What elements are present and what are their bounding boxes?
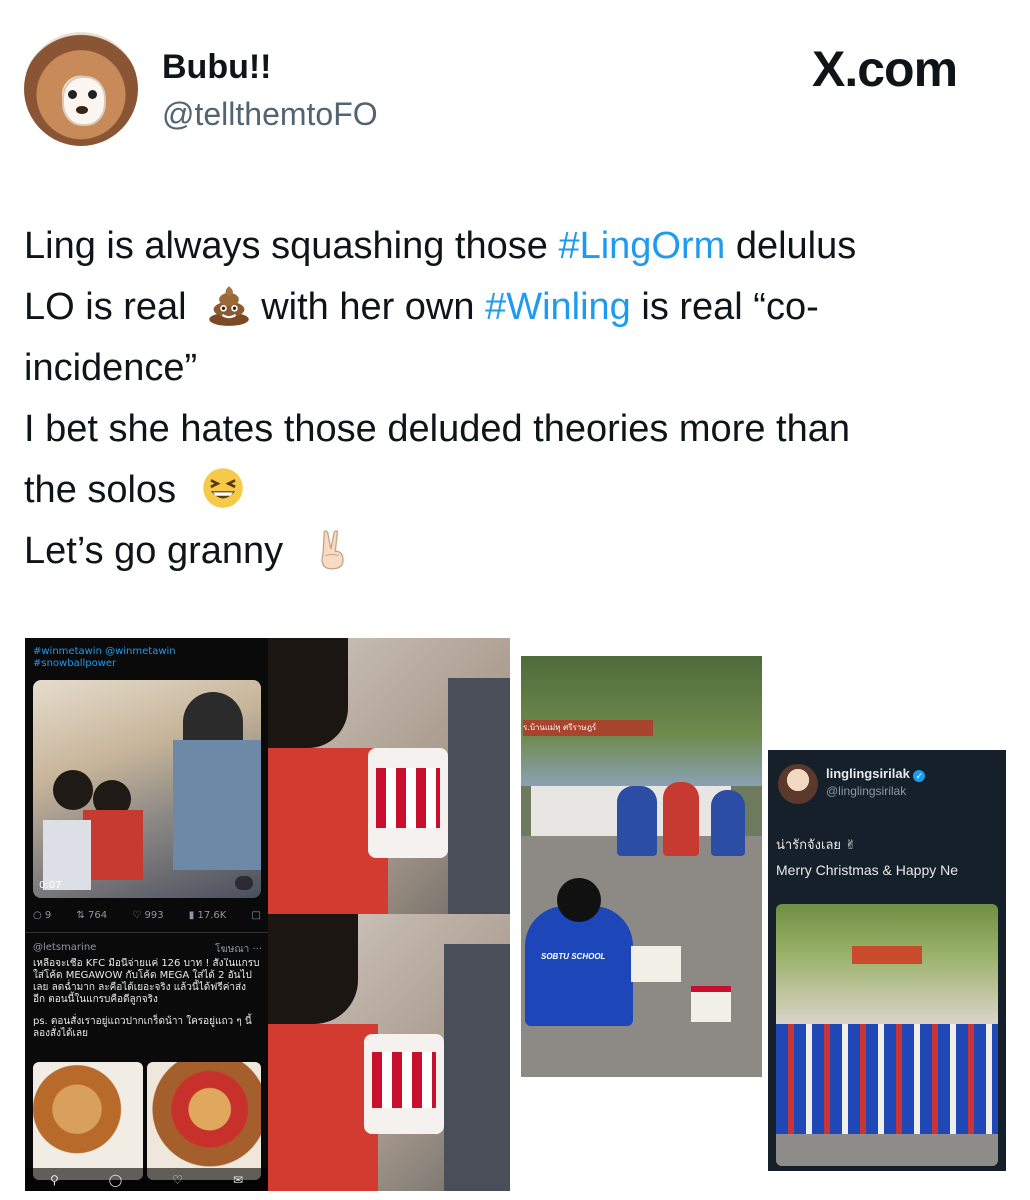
tweet-line: Ling is always squashing those #LingOrm … (24, 216, 1014, 277)
grok-icon[interactable]: ◯ (109, 1173, 122, 1187)
post-text-line: น่ารักจังเลย ✌ (776, 834, 856, 855)
ad-text-line: ใส่โค้ด MEGAWOW กับโค้ด MEGA ใส่ได้ 2 อั… (33, 970, 252, 981)
avatar[interactable] (24, 32, 138, 146)
media-image-4[interactable]: linglingsirilak ✓ @linglingsirilak น่ารั… (768, 750, 1006, 1171)
post-author-name[interactable]: linglingsirilak (826, 766, 910, 781)
child-head (53, 770, 93, 810)
student-figure (617, 786, 657, 856)
x-logo: X.com (812, 41, 958, 97)
ad-label[interactable]: โฆษณา ··· (215, 942, 262, 957)
like-count[interactable]: ♡ 993 (132, 910, 163, 921)
video-still-bottom (268, 914, 510, 1191)
red-vest (268, 1024, 378, 1191)
avatar-eye (68, 90, 77, 99)
ground (776, 1134, 998, 1166)
reply-count[interactable]: ○ 9 (33, 910, 51, 921)
media-image-1[interactable]: #winmetawin @winmetawin #snowballpower 0… (25, 638, 268, 1191)
ad-text-line: อีก ตอนนี้ในแกรบคือดีลูกจริง (33, 994, 158, 1005)
tweet-text-span: Ling is always squashing those (24, 225, 559, 267)
post-text: น่ารักจังเลย (776, 838, 842, 853)
bucket-stripes (376, 768, 440, 828)
tweet-text-span: the solos (24, 469, 177, 511)
panel-hashtags: #winmetawin @winmetawin (33, 646, 176, 657)
post-text-line: Merry Christmas & Happy Ne (776, 862, 959, 878)
display-name[interactable]: Bubu!! (162, 48, 272, 87)
view-count[interactable]: ▮ 17.6K (189, 910, 227, 921)
bucket-stripes (372, 1052, 436, 1108)
ad-text-line: เลย ลดฉ่ำมาก ละคือได้เยอะจริง แล้วนี้ได้… (33, 982, 247, 993)
avatar-eye (88, 90, 97, 99)
ad-text: เหลือจะเชื่อ KFC มื้อนี้จ่ายแค่ 126 บาท … (33, 958, 265, 1040)
reply-count-value: 9 (44, 910, 52, 921)
tweet-line: LO is real with her own #Winling is real… (24, 277, 1014, 338)
post-avatar[interactable] (778, 764, 818, 804)
ad-text-line: เหลือจะเชื่อ KFC มื้อนี้จ่ายแค่ 126 บาท … (33, 958, 260, 969)
child-vest (83, 810, 143, 880)
student-back (525, 906, 633, 1026)
messages-icon[interactable]: ✉ (233, 1173, 243, 1187)
pile-of-poo-icon (209, 286, 249, 326)
tweet-text-span: is real “co- (630, 286, 819, 328)
adult-figure (448, 678, 510, 914)
child-hair (268, 638, 348, 748)
tweet-text-span: Let’s go granny (24, 530, 284, 572)
student-figure (711, 790, 745, 856)
tweet-line: I bet she hates those deluded theories m… (24, 408, 850, 450)
avatar-mask (62, 76, 106, 126)
media-image-3[interactable]: ร.บ้านแม่ทุ ศรีราษฎร์ SOBTU SCHOOL (521, 656, 762, 1077)
retweet-count-value: 764 (88, 910, 108, 921)
adult-figure (444, 944, 510, 1191)
tweet-line: the solos (24, 460, 1014, 521)
ad-handle[interactable]: @letsmarine (33, 942, 96, 953)
kfc-bucket (691, 986, 731, 1022)
hashtag-link[interactable]: #LingOrm (558, 225, 725, 267)
action-bar: ○ 9 ⇅ 764 ♡ 993 ▮ 17.6K □ (33, 910, 261, 921)
student-head (557, 878, 601, 922)
notifications-icon[interactable]: ♡ (172, 1173, 183, 1187)
post-author-row: linglingsirilak ✓ (826, 766, 926, 782)
group-photo[interactable] (776, 904, 998, 1166)
media-image-2[interactable] (268, 638, 510, 1191)
pinching-hand-icon: ✌ (845, 838, 857, 853)
grinning-squinting-face-icon (202, 468, 243, 508)
video-duration: 0:07 (39, 880, 62, 891)
ad-text-line: ps. ตอนสั่งเราอยู่แถวปากเกร็ดน้าา ใครอยู… (33, 1016, 252, 1027)
food-photo (147, 1062, 261, 1180)
video-still-top (268, 638, 510, 914)
verified-badge-icon: ✓ (913, 770, 926, 782)
student-figure (663, 782, 699, 856)
group-students (776, 1024, 998, 1134)
like-count-value: 993 (144, 910, 164, 921)
tweet-text-span: delulus (725, 225, 857, 267)
tweet-text-span: with her own (261, 286, 486, 328)
shirt-text: SOBTU SCHOOL (541, 952, 606, 961)
tweet-line: incidence” (24, 347, 198, 389)
avatar-nose (76, 106, 88, 114)
hashtag-link[interactable]: #Winling (485, 286, 631, 328)
tweet-line: Let’s go granny (24, 521, 1014, 582)
view-count-value: 17.6K (197, 910, 227, 921)
retweet-count[interactable]: ⇅ 764 (76, 910, 107, 921)
person-shirt (173, 740, 261, 870)
panel-hashtags: #snowballpower (33, 658, 117, 669)
divider (25, 932, 268, 933)
search-icon[interactable]: ⚲ (50, 1173, 59, 1187)
video-player[interactable]: 0:07 (33, 680, 261, 898)
school-sign: ร.บ้านแม่ทุ ศรีราษฎร์ (523, 720, 653, 736)
gate-sign (852, 946, 922, 964)
food-photo (33, 1062, 143, 1180)
kfc-box (631, 946, 681, 982)
bottom-nav: ⚲ ◯ ♡ ✉ (25, 1168, 268, 1191)
user-handle[interactable]: @tellthemtoFO (162, 96, 378, 133)
ad-text-line: ลองสั่งได้เลย (33, 1028, 88, 1039)
tweet-text: Ling is always squashing those #LingOrm … (24, 216, 1014, 582)
bookmark-icon[interactable]: □ (252, 910, 261, 921)
tweet-text-span: LO is real (24, 286, 187, 328)
post-author-handle[interactable]: @linglingsirilak (826, 784, 906, 798)
child-hair (268, 914, 358, 1024)
mute-icon[interactable] (235, 876, 253, 890)
victory-hand-icon (321, 530, 344, 570)
